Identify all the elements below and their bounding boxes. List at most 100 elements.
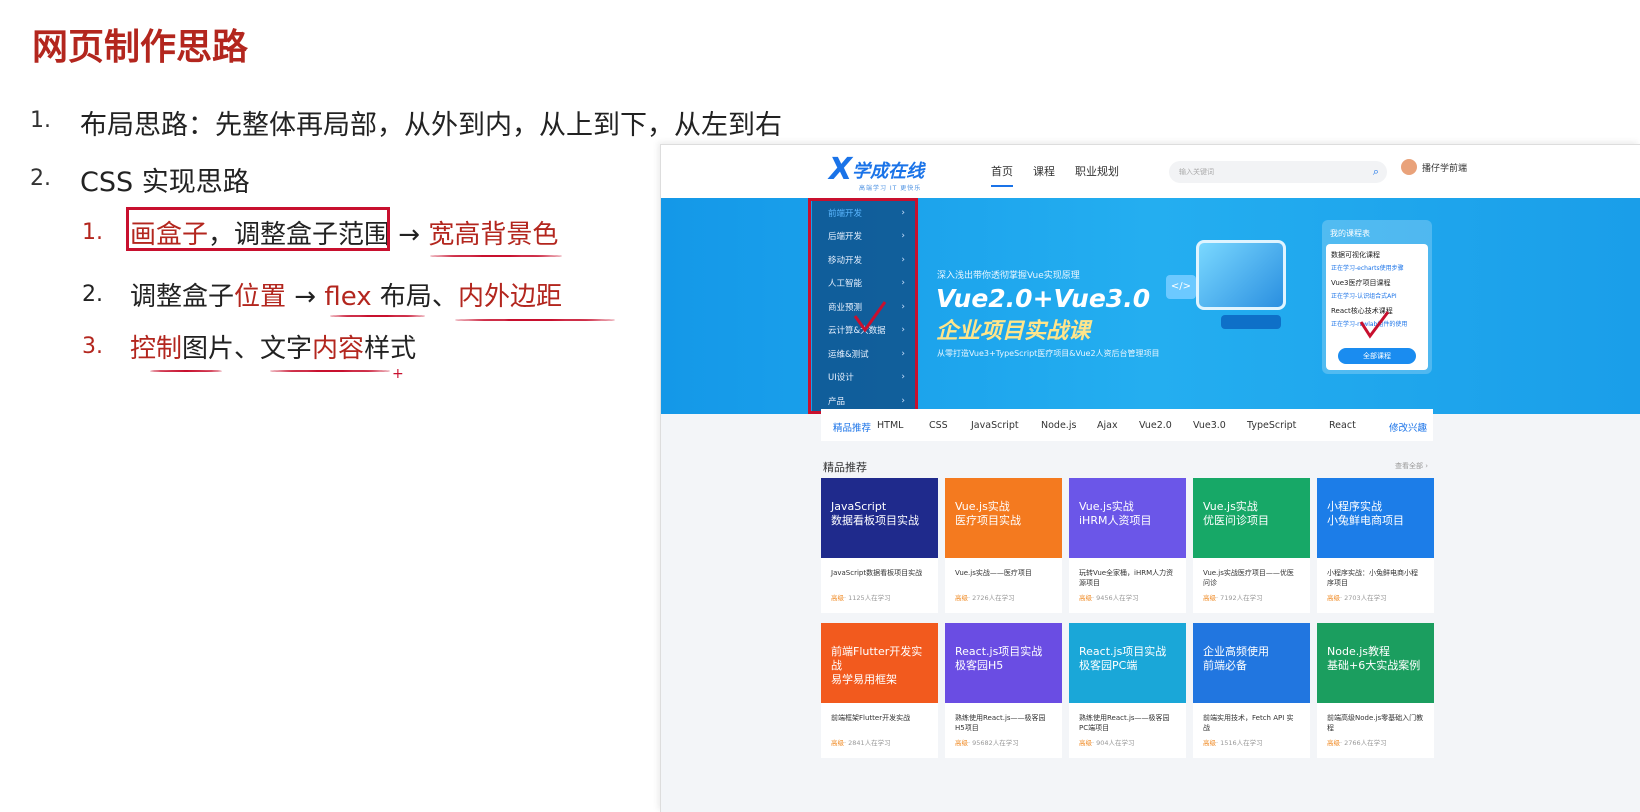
annotation-underline [455, 319, 615, 321]
avatar [1401, 159, 1417, 175]
list-item[interactable]: 数据可视化课程 正在学习-echarts使用步骤 [1326, 244, 1428, 272]
course-card[interactable]: Vue.js实战 iHRM人资项目 玩转Vue全家桶，iHRM人力资源项目 高级· 9… [1069, 478, 1186, 613]
thumbnail-text: 前端必备 [1203, 659, 1247, 672]
point-2-text: CSS 实现思路 [80, 167, 250, 198]
course-title: 前端框架Flutter开发实战 [831, 714, 911, 722]
course-thumbnail: React.js项目实战 极客园H5 [945, 623, 1062, 703]
monitor-base [1221, 315, 1281, 329]
my-courses-header: 我的课程表 [1330, 229, 1370, 238]
subpoint-3-part: 文字 [260, 334, 313, 364]
code-icon: </> [1166, 275, 1196, 299]
site-header: X 学成在线 高端学习 IT 更快乐 首页 课程 职业规划 输入关键词 ⌕ 播仔… [661, 145, 1640, 198]
tag-item[interactable]: JavaScript [971, 420, 1019, 431]
checkmark-annotation [1359, 311, 1390, 339]
nav-courses[interactable]: 课程 [1033, 163, 1055, 179]
course-title: JavaScript数据看板项目实战 [831, 569, 923, 577]
subpoint-3-part: 样式 [364, 334, 417, 364]
course-count: · 2841人在学习 [844, 739, 891, 747]
course-thumbnail: Node.js教程 基础+6大实战案例 [1317, 623, 1434, 703]
course-thumbnail: Vue.js实战 医疗项目实战 [945, 478, 1062, 558]
banner-title-2: 企业项目实战课 [936, 319, 1091, 344]
subpoint-1-number: 1. [82, 220, 103, 245]
search-input[interactable]: 输入关键词 ⌕ [1169, 161, 1387, 183]
thumbnail-text: 易学易用框架 [831, 673, 897, 686]
site-logo[interactable]: X 学成在线 高端学习 IT 更快乐 [829, 155, 924, 193]
course-card[interactable]: React.js项目实战 极客园H5 熟练使用React.js——极客园H5项目高级… [945, 623, 1062, 758]
user-profile[interactable]: 播仔学前端 [1401, 159, 1467, 175]
thumbnail-text: 基础+6大实战案例 [1327, 659, 1421, 672]
tag-featured[interactable]: 精品推荐 [833, 420, 871, 434]
tag-item[interactable]: React [1329, 420, 1356, 431]
course-meta: 高级· 1125人在学习 [821, 592, 938, 602]
course-meta: 高级· 2703人在学习 [1317, 592, 1434, 602]
course-card[interactable]: React.js项目实战 极客园PC端熟练使用React.js——极客园PC端项目… [1069, 623, 1186, 758]
tag-item[interactable]: Vue2.0 [1139, 420, 1172, 431]
course-card[interactable]: Node.js教程 基础+6大实战案例 前端高级Node.js零基础入门教程 高级· … [1317, 623, 1434, 758]
thumbnail-text: 优医问诊项目 [1203, 514, 1269, 527]
course-card[interactable]: Vue.js实战 医疗项目实战 Vue.js实战——医疗项目 高级· 2726人在学习 [945, 478, 1062, 613]
my-courses-panel: 我的课程表 数据可视化课程 正在学习-echarts使用步骤 Vue3医疗项目课程… [1322, 220, 1432, 374]
course-title: 玩转Vue全家桶，iHRM人力资源项目 [1079, 569, 1174, 587]
thumbnail-text: React.js项目实战 [1079, 645, 1167, 658]
course-level: 高级 [1079, 594, 1092, 602]
course-level: 高级 [955, 594, 968, 602]
course-level: 高级 [955, 739, 968, 747]
subpoint-2-part: 调整盒子 [130, 282, 235, 312]
thumbnail-text: 小程序实战 [1327, 500, 1382, 513]
tag-item[interactable]: Node.js [1041, 420, 1076, 431]
tag-bar: 精品推荐 HTML CSS JavaScript Node.js Ajax Vu… [821, 409, 1433, 441]
tag-item[interactable]: TypeScript [1247, 420, 1296, 431]
course-title: 熟练使用React.js——极客园PC端项目 [1079, 714, 1170, 732]
subpoint-1-part: 宽高背景色 [428, 220, 559, 250]
view-all-link[interactable]: 查看全部 › [1395, 461, 1428, 471]
slide-title: 网页制作思路 [32, 27, 249, 68]
section-title: 精品推荐 [823, 461, 867, 474]
banner-illustration: </> [1166, 230, 1326, 360]
course-count: · 904人在学习 [1092, 739, 1135, 747]
course-title: 熟练使用React.js——极客园H5项目 [955, 714, 1046, 732]
thumbnail-text: 极客园PC端 [1079, 659, 1138, 672]
tag-item[interactable]: Vue3.0 [1193, 420, 1226, 431]
course-level: 高级 [1203, 594, 1216, 602]
subpoint-2-part: 内外边距 [457, 282, 562, 312]
subpoint-2: 调整盒子位置 → flex 布局、内外边距 [130, 276, 562, 313]
hero-banner[interactable]: 前端开发 › 后端开发 › 移动开发 › 人工智能 › 商业预测 › 云计算&大数据 › 运… [661, 198, 1640, 414]
course-meta: 高级· 9456人在学习 [1069, 592, 1186, 602]
nav-career[interactable]: 职业规划 [1075, 163, 1119, 179]
course-card[interactable]: Vue.js实战 优医问诊项目 Vue.js实战医疗项目——优医问诊 高级· 7192… [1193, 478, 1310, 613]
course-meta: 高级· 1516人在学习 [1193, 737, 1310, 747]
monitor-icon [1196, 240, 1286, 310]
course-card[interactable]: 小程序实战 小兔鲜电商项目 小程序实战：小兔鲜电商小程序项目 高级· 2703人在学习 [1317, 478, 1434, 613]
banner-description: 从零打造Vue3+TypeScript医疗项目&Vue2人资后台管理项目 [937, 349, 1160, 358]
tag-item[interactable]: CSS [929, 420, 948, 431]
annotation-underline [430, 255, 562, 257]
edit-interests-link[interactable]: 修改兴趣 [1389, 420, 1427, 434]
course-count: · 2703人在学习 [1340, 594, 1387, 602]
annotation-underline [270, 370, 390, 372]
course-meta: 高级· 2726人在学习 [945, 592, 1062, 602]
course-level: 高级 [1203, 739, 1216, 747]
course-meta: 高级· 95682人在学习 [945, 737, 1062, 747]
thumbnail-text: 前端Flutter开发实战 [831, 645, 923, 672]
my-courses-card: 数据可视化课程 正在学习-echarts使用步骤 Vue3医疗项目课程 正在学习-认… [1326, 244, 1428, 370]
course-count: · 2726人在学习 [968, 594, 1015, 602]
list-item[interactable]: Vue3医疗项目课程 正在学习-认识组合式API [1326, 272, 1428, 300]
course-card[interactable]: 前端Flutter开发实战 易学易用框架 前端框架Flutter开发实战 高级· 28… [821, 623, 938, 758]
annotation-plus: + [392, 366, 404, 382]
all-courses-button[interactable]: 全部课程 [1338, 348, 1416, 364]
course-title: 前端实用技术，Fetch API 实战 [1203, 714, 1294, 732]
subpoint-3-part: 图片、 [182, 334, 261, 364]
course-title: 前端高级Node.js零基础入门教程 [1327, 714, 1424, 732]
course-count: · 95682人在学习 [968, 739, 1019, 747]
thumbnail-text: iHRM人资项目 [1079, 514, 1152, 527]
course-card[interactable]: 企业高频使用 前端必备 前端实用技术，Fetch API 实战 高级· 1516人在学… [1193, 623, 1310, 758]
course-level: 高级 [831, 739, 844, 747]
course-card[interactable]: JavaScript 数据看板项目实战 JavaScript数据看板项目实战 高级· … [821, 478, 938, 613]
search-icon[interactable]: ⌕ [1373, 165, 1379, 179]
thumbnail-text: Node.js教程 [1327, 645, 1390, 658]
tag-item[interactable]: Ajax [1097, 420, 1118, 431]
banner-title: Vue2.0+Vue3.0 [936, 284, 1151, 313]
course-meta: 高级· 2841人在学习 [821, 737, 938, 747]
nav-home[interactable]: 首页 [991, 163, 1013, 187]
tag-item[interactable]: HTML [877, 420, 903, 431]
